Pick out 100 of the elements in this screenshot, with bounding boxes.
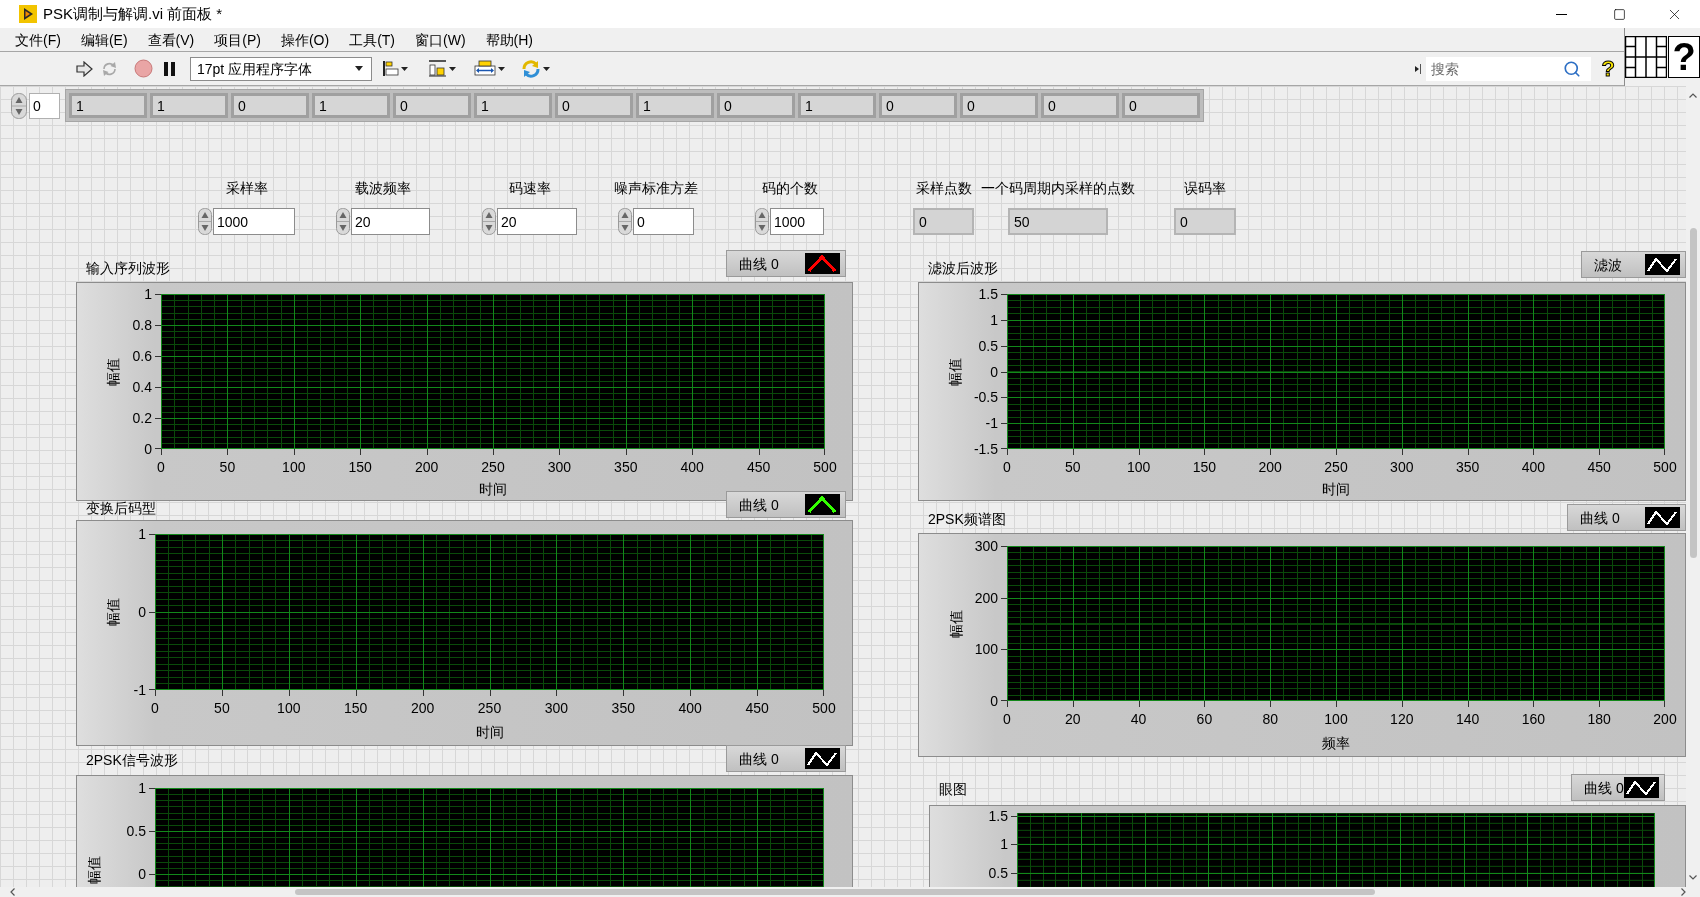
spaced-boxes-icon: [428, 60, 447, 77]
axis-tick-label: 300: [547, 459, 572, 475]
axis-tick-label: 1: [138, 780, 146, 796]
array-value-field: 0: [555, 93, 633, 118]
connector-pane-icon[interactable]: [1625, 36, 1667, 78]
plot-line-icon: [1645, 254, 1680, 275]
plot-line-icon: [805, 748, 840, 769]
axis-title: 幅值: [948, 609, 964, 638]
run-button[interactable]: [76, 60, 93, 77]
control-label: 误码率: [1184, 180, 1226, 196]
array-value-field: 1: [798, 93, 876, 118]
axis-tick-label: 0: [138, 866, 146, 883]
control-label: 噪声标准方差: [614, 180, 698, 196]
abort-button[interactable]: [134, 59, 153, 78]
app-logo-icon: [19, 5, 37, 23]
numeric-indicator: 0: [1174, 208, 1236, 235]
numeric-field[interactable]: 1000: [770, 208, 824, 235]
scrollbar-thumb[interactable]: [1689, 228, 1697, 558]
control-label: 采样点数: [915, 180, 972, 196]
array-value-field: 0: [393, 93, 471, 118]
menu-item[interactable]: 文件(F): [5, 28, 71, 51]
axis-tick-label: 350: [614, 459, 638, 475]
plot-legend[interactable]: 滤波: [1581, 251, 1686, 278]
spinner-arrows-icon[interactable]: [618, 208, 632, 235]
array-index-field[interactable]: 0: [29, 92, 60, 119]
axis-tick-label: 250: [481, 459, 505, 475]
axis-tick-label: 0.8: [132, 317, 152, 333]
axis-tick-label: 500: [813, 459, 837, 475]
axis-tick-label: 20: [1065, 711, 1081, 727]
axis-tick-label: 200: [974, 589, 998, 606]
axis-tick-label: 100: [277, 700, 301, 716]
axis-title: 幅值: [947, 357, 963, 386]
axis-tick-label: 350: [1455, 459, 1480, 475]
axis-tick-label: 0: [990, 693, 998, 709]
minimize-icon: [1555, 13, 1567, 15]
axis-tick-label: 250: [1324, 459, 1348, 475]
spinner-arrows-icon[interactable]: [755, 208, 769, 235]
axis-tick-label: 1.5: [978, 286, 998, 302]
axis-tick-label: 150: [1192, 459, 1217, 475]
axis-tick-label: 300: [974, 538, 998, 554]
plot-legend[interactable]: 曲线 0: [726, 491, 846, 518]
axis-title: 时间: [475, 724, 504, 740]
menu-item[interactable]: 编辑(E): [70, 28, 138, 51]
axis-tick-label: 150: [348, 459, 372, 475]
window-title: PSK调制与解调.vi 前面板 *: [43, 5, 223, 23]
plot-legend[interactable]: 曲线 0: [1571, 774, 1665, 801]
pause-button[interactable]: [163, 61, 176, 76]
numeric-indicator: 50: [1008, 208, 1108, 235]
menu-item[interactable]: 项目(P): [204, 28, 271, 51]
plot-legend[interactable]: 曲线 0: [726, 250, 846, 277]
axis-tick-label: 0.5: [126, 823, 146, 840]
axis-tick-label: 100: [1126, 459, 1151, 475]
menu-item[interactable]: 窗口(W): [405, 28, 476, 51]
menu-item[interactable]: 工具(T): [339, 28, 405, 51]
font-dropdown[interactable]: 17pt 应用程序字体: [190, 56, 372, 81]
numeric-field[interactable]: 1000: [213, 208, 295, 235]
axis-tick-label: 450: [745, 700, 769, 716]
numeric-field[interactable]: 0: [633, 208, 694, 235]
align-menu-button[interactable]: [382, 60, 408, 77]
axis-tick-label: 200: [1653, 711, 1677, 727]
axis-tick-label: 0.6: [132, 348, 152, 364]
axis-tick-label: 400: [1521, 459, 1546, 475]
axis-tick-label: 400: [678, 700, 702, 716]
axis-tick-label: 150: [344, 700, 368, 716]
spinner-arrows-icon[interactable]: [482, 208, 496, 235]
menu-item[interactable]: 查看(V): [137, 28, 205, 51]
search-icon[interactable]: [1562, 59, 1581, 78]
numeric-indicator: 0: [913, 208, 974, 235]
axis-tick-label: 0: [1003, 711, 1011, 727]
numeric-field[interactable]: 20: [351, 208, 430, 235]
graph-title: 2PSK频谱图: [927, 511, 1006, 529]
axis-tick-label: 140: [1455, 711, 1480, 727]
caret-icon: [355, 66, 363, 71]
scrollbar-thumb[interactable]: [295, 889, 1375, 895]
expand-arrow-icon[interactable]: [1414, 63, 1421, 74]
reorder-menu-button[interactable]: [521, 59, 550, 78]
axis-title: 频率: [1322, 735, 1350, 751]
spinner-arrows-icon[interactable]: [198, 208, 212, 235]
array-value-field: 1: [636, 93, 714, 118]
axis-tick-label: 180: [1587, 711, 1611, 727]
numeric-field[interactable]: 20: [497, 208, 577, 235]
graph-title: 滤波后波形: [927, 260, 998, 278]
menu-item[interactable]: 帮助(H): [475, 28, 543, 51]
plot-legend[interactable]: 曲线 0: [726, 745, 846, 772]
circular-arrows-icon: [101, 60, 118, 77]
plot-legend[interactable]: 曲线 0: [1567, 504, 1686, 531]
menu-item[interactable]: 操作(O): [270, 28, 340, 51]
search-field[interactable]: 搜索: [1425, 56, 1591, 81]
distribute-menu-button[interactable]: [428, 60, 456, 77]
circular-arrows-icon: [521, 59, 541, 78]
spinner-arrows-icon[interactable]: [336, 208, 350, 235]
axis-tick-label: -0.5: [973, 389, 998, 406]
axis-tick-label: 0: [138, 604, 146, 620]
spinner-arrows-icon[interactable]: [11, 92, 27, 119]
caret-icon: [543, 66, 550, 71]
axis-tick-label: 0.5: [988, 864, 1008, 881]
resize-menu-button[interactable]: [474, 60, 505, 77]
graph-title: 输入序列波形: [85, 260, 170, 278]
axis-tick-label: 0.4: [132, 379, 152, 395]
question-mark-tile[interactable]: ?: [1668, 36, 1700, 78]
